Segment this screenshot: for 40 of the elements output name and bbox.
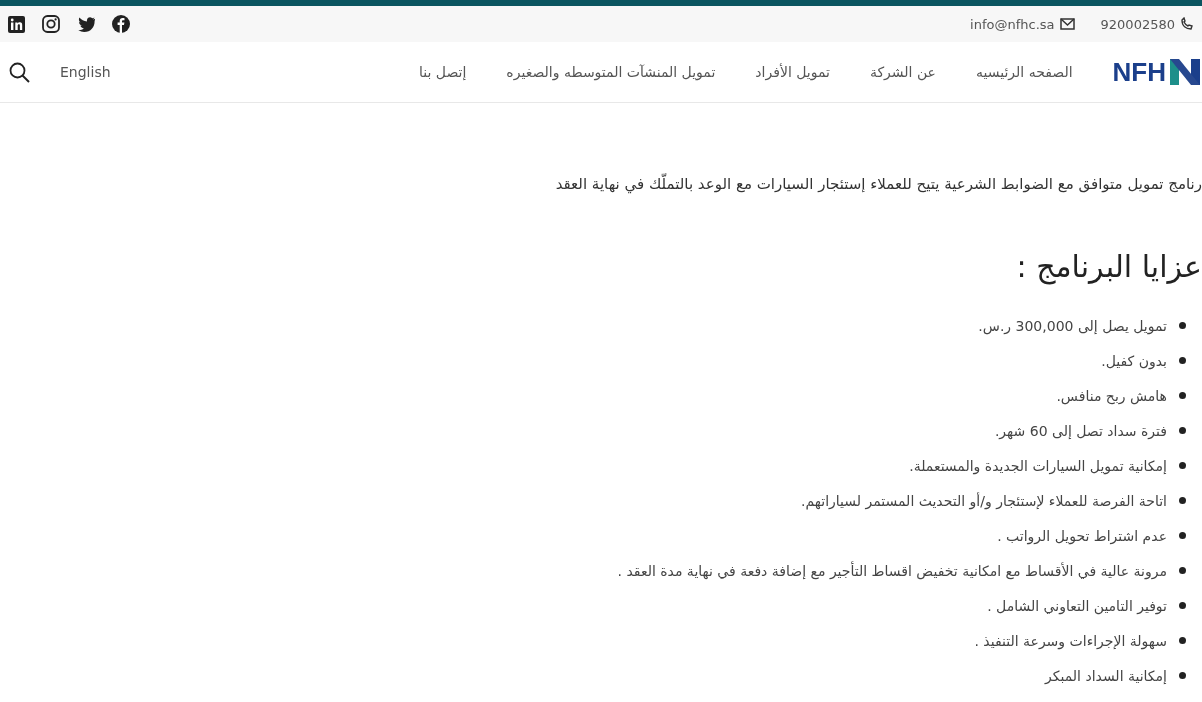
nav-link[interactable]: عن الشركة	[869, 64, 936, 80]
search-icon[interactable]	[9, 61, 30, 83]
feature-text: فترة سداد تصل إلى 60 شهر.	[994, 422, 1167, 439]
feature-text: عدم اشتراط تحويل الرواتب .	[997, 527, 1167, 544]
feature-text: مرونة عالية في الأقساط مع امكانية تخفيض اقساط التأجير مع إضافة دفعة في نهاية مدة العقد .	[617, 562, 1167, 579]
bullet-icon	[1179, 637, 1186, 644]
feature-text: هامش ربح منافس.	[1056, 387, 1167, 404]
feature-text: تمويل يصل إلى 300,000 ر.س.	[978, 317, 1167, 334]
nav-link[interactable]: إتصل بنا	[418, 64, 467, 80]
bullet-icon	[1179, 392, 1186, 399]
bullet-icon	[1179, 602, 1186, 609]
mail-icon	[1059, 18, 1075, 30]
bullet-icon	[1179, 567, 1186, 574]
nav-link[interactable]: تمويل الأفراد	[755, 64, 830, 80]
bullet-icon	[1179, 497, 1186, 504]
nav-link[interactable]: تمويل المنشآت المتوسطه والصغيره	[506, 64, 716, 80]
company-logo[interactable]: NFH	[1112, 55, 1202, 89]
feature-text: بدون كفيل.	[1101, 352, 1167, 369]
phone-icon	[1180, 17, 1194, 31]
feature-text: إمكانية تمويل السيارات الجديدة والمستعملة.	[909, 457, 1167, 474]
instagram-icon[interactable]	[42, 15, 60, 33]
section-heading: عزايا البرنامج :	[1015, 249, 1202, 284]
language-link[interactable]: English	[60, 64, 111, 80]
feature-text: سهولة الإجراءات وسرعة التنفيذ .	[974, 632, 1167, 649]
bullet-icon	[1179, 427, 1186, 434]
twitter-icon[interactable]	[77, 16, 95, 32]
feature-text: توفير التامين التعاوني الشامل .	[987, 597, 1167, 614]
linkedin-icon[interactable]	[8, 15, 25, 33]
bullet-icon	[1179, 322, 1186, 329]
feature-text: اتاحة الفرصة للعملاء لإستئجار و/أو التحديث المستمر لسياراتهم.	[801, 492, 1167, 509]
facebook-icon[interactable]	[112, 15, 130, 33]
phone-number[interactable]: 920002580	[1100, 16, 1175, 32]
bullet-icon	[1179, 532, 1186, 539]
feature-text: إمكانية السداد المبكر	[1045, 667, 1167, 684]
email-address[interactable]: info@nfhc.sa	[970, 16, 1055, 32]
nav-link[interactable]: الصفحه الرئيسيه	[975, 64, 1073, 80]
bullet-icon	[1179, 357, 1186, 364]
intro-paragraph: رنامج تمويل متوافق مع الضوابط الشرعية يتيح للعملاء إستئجار السيارات مع الوعد بالتملّك في نهاية العقد	[554, 175, 1202, 193]
bullet-icon	[1179, 462, 1186, 469]
bullet-icon	[1179, 672, 1186, 679]
